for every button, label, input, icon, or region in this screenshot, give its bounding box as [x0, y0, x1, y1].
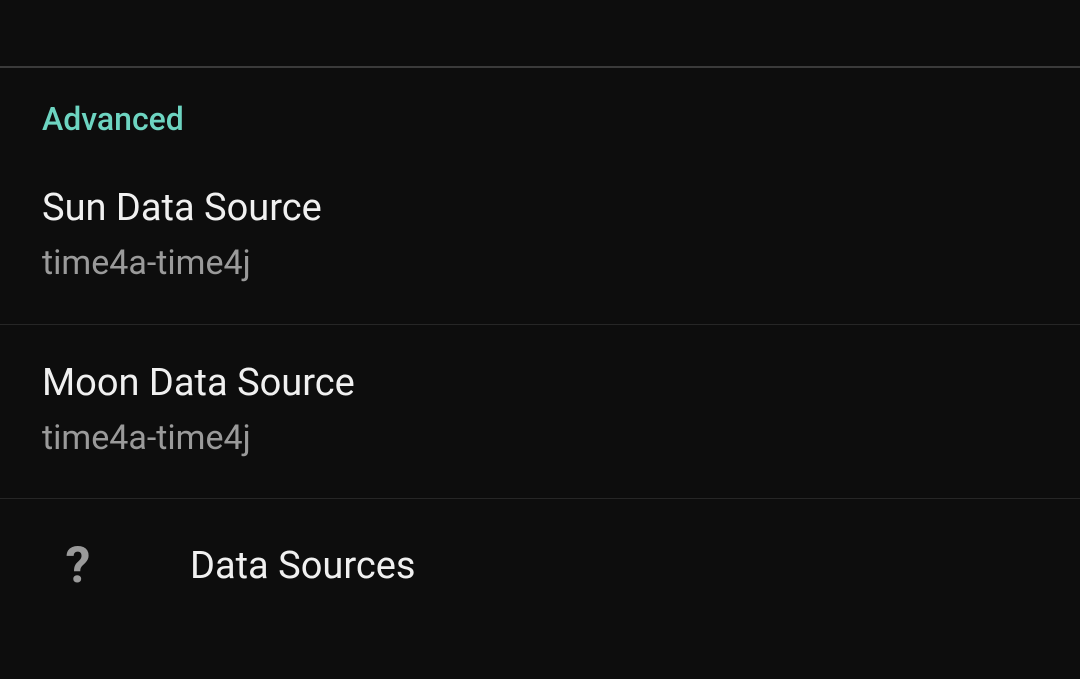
setting-sun-data-source[interactable]: Sun Data Source time4a-time4j — [0, 150, 1080, 325]
info-title: Data Sources — [190, 544, 416, 588]
section-header-advanced: Advanced — [0, 68, 1080, 150]
info-data-sources[interactable]: ? Data Sources — [0, 499, 1080, 633]
setting-subtitle: time4a-time4j — [42, 241, 1038, 285]
setting-title: Sun Data Source — [42, 184, 1038, 233]
setting-moon-data-source[interactable]: Moon Data Source time4a-time4j — [0, 325, 1080, 500]
top-spacer — [0, 0, 1080, 68]
setting-subtitle: time4a-time4j — [42, 416, 1038, 460]
setting-title: Moon Data Source — [42, 359, 1038, 408]
help-icon: ? — [58, 537, 98, 595]
